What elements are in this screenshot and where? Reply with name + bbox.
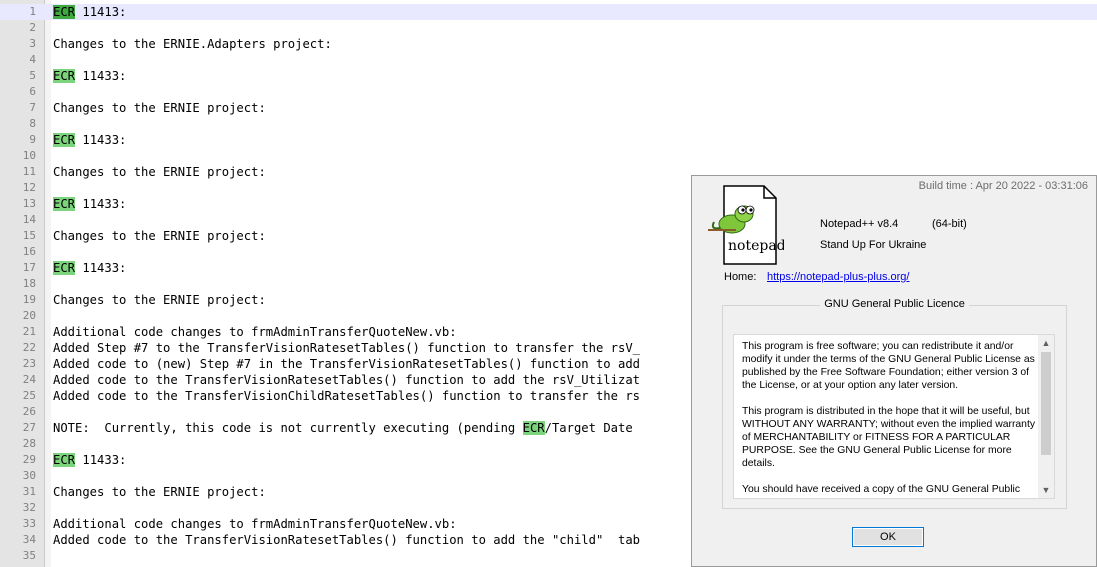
license-text: This program is free software; you can r… (742, 340, 1036, 498)
search-match-highlight: ECR (53, 133, 76, 147)
line-text: Changes to the ERNIE project: (53, 229, 266, 243)
editor-line[interactable]: 6 (0, 84, 1097, 100)
line-text: Added code to the TransferVisionChildRat… (53, 389, 640, 403)
editor-line[interactable]: 4 (0, 52, 1097, 68)
line-text: Additional code changes to frmAdminTrans… (53, 325, 457, 339)
editor-line[interactable]: 9 ECR 11433: (0, 132, 1097, 148)
editor-line[interactable]: 1 ECR 11413: (0, 4, 1097, 20)
line-text: ECR 11433: (53, 197, 127, 211)
scrollbar-thumb[interactable] (1041, 352, 1051, 455)
line-number: 33 (22, 517, 36, 530)
line-number: 21 (22, 325, 36, 338)
license-group: GNU General Public Licence This program … (722, 298, 1067, 509)
line-text: ECR 11413: (53, 5, 127, 19)
line-text: Added code to the TransferVisionRatesetT… (53, 533, 640, 547)
line-number: 14 (22, 213, 36, 226)
line-number: 17 (22, 261, 36, 274)
editor-line[interactable]: 7 Changes to the ERNIE project: (0, 100, 1097, 116)
line-number: 18 (22, 277, 36, 290)
line-number: 24 (22, 373, 36, 386)
app-architecture: (64-bit) (932, 218, 967, 230)
scroll-down-arrow-icon[interactable]: ▼ (1038, 482, 1054, 498)
app-version: Notepad++ v8.4 (820, 218, 899, 230)
editor-line[interactable]: 10 (0, 148, 1097, 164)
line-text: Changes to the ERNIE project: (53, 293, 266, 307)
line-text: Changes to the ERNIE project: (53, 101, 266, 115)
license-textbox[interactable]: This program is free software; you can r… (733, 334, 1055, 499)
ok-button[interactable]: OK (852, 527, 924, 547)
line-text: Added code to the TransferVisionRatesetT… (53, 373, 640, 387)
line-text: ECR 11433: (53, 453, 127, 467)
build-time: Build time : Apr 20 2022 - 03:31:06 (918, 180, 1088, 192)
line-text: ECR 11433: (53, 69, 127, 83)
search-match-highlight: ECR (53, 69, 76, 83)
line-number: 15 (22, 229, 36, 242)
license-paragraph: You should have received a copy of the G… (742, 484, 1021, 495)
line-number: 31 (22, 485, 36, 498)
line-number: 5 (29, 69, 36, 82)
editor-line[interactable]: 2 (0, 20, 1097, 36)
search-match-highlight: ECR (53, 453, 76, 467)
search-match-highlight: ECR (53, 197, 76, 211)
home-link[interactable]: https://notepad-plus-plus.org/ (767, 271, 909, 283)
line-number: 19 (22, 293, 36, 306)
line-number: 27 (22, 421, 36, 434)
slogan: Stand Up For Ukraine (820, 239, 927, 251)
search-match-highlight: ECR (522, 421, 545, 435)
license-scrollbar[interactable]: ▲ ▼ (1038, 335, 1054, 498)
line-number: 13 (22, 197, 36, 210)
scroll-up-arrow-icon[interactable]: ▲ (1038, 335, 1054, 351)
line-number: 12 (22, 181, 36, 194)
line-text: ECR 11433: (53, 261, 127, 275)
line-number: 35 (22, 549, 36, 562)
line-text: NOTE: Currently, this code is not curren… (53, 421, 633, 435)
line-number: 3 (29, 37, 36, 50)
line-number: 9 (29, 133, 36, 146)
line-text: Added Step #7 to the TransferVisionRates… (53, 341, 640, 355)
line-number: 20 (22, 309, 36, 322)
line-number: 34 (22, 533, 36, 546)
line-number: 23 (22, 357, 36, 370)
search-match-highlight: ECR (53, 5, 76, 19)
line-number: 8 (29, 117, 36, 130)
line-text: Changes to the ERNIE project: (53, 165, 266, 179)
license-paragraph: This program is distributed in the hope … (742, 406, 1036, 469)
line-number: 6 (29, 85, 36, 98)
line-number: 28 (22, 437, 36, 450)
about-dialog: Build time : Apr 20 2022 - 03:31:06 note… (691, 175, 1097, 567)
line-number: 30 (22, 469, 36, 482)
logo-text: notepad++ (728, 238, 784, 254)
editor-line[interactable]: 5 ECR 11433: (0, 68, 1097, 84)
line-number: 22 (22, 341, 36, 354)
line-number: 2 (29, 21, 36, 34)
line-text: Changes to the ERNIE.Adapters project: (53, 37, 332, 51)
search-match-highlight: ECR (53, 261, 76, 275)
line-number: 1 (29, 5, 36, 18)
line-text: Changes to the ERNIE project: (53, 485, 266, 499)
license-paragraph: This program is free software; you can r… (742, 341, 1035, 391)
line-text: Additional code changes to frmAdminTrans… (53, 517, 457, 531)
line-number: 16 (22, 245, 36, 258)
editor-line[interactable]: 3 Changes to the ERNIE.Adapters project: (0, 36, 1097, 52)
line-number: 29 (22, 453, 36, 466)
line-text: Added code to (new) Step #7 in the Trans… (53, 357, 640, 371)
line-number: 26 (22, 405, 36, 418)
line-number: 11 (22, 165, 36, 178)
license-group-title: GNU General Public Licence (723, 298, 1066, 310)
line-number: 7 (29, 101, 36, 114)
line-number: 32 (22, 501, 36, 514)
line-number: 4 (29, 53, 36, 66)
line-number: 10 (22, 149, 36, 162)
editor-line[interactable]: 8 (0, 116, 1097, 132)
home-label: Home: (724, 271, 757, 283)
notepad-plus-plus-logo: notepad++ (708, 185, 784, 265)
line-text: ECR 11433: (53, 133, 127, 147)
line-number: 25 (22, 389, 36, 402)
